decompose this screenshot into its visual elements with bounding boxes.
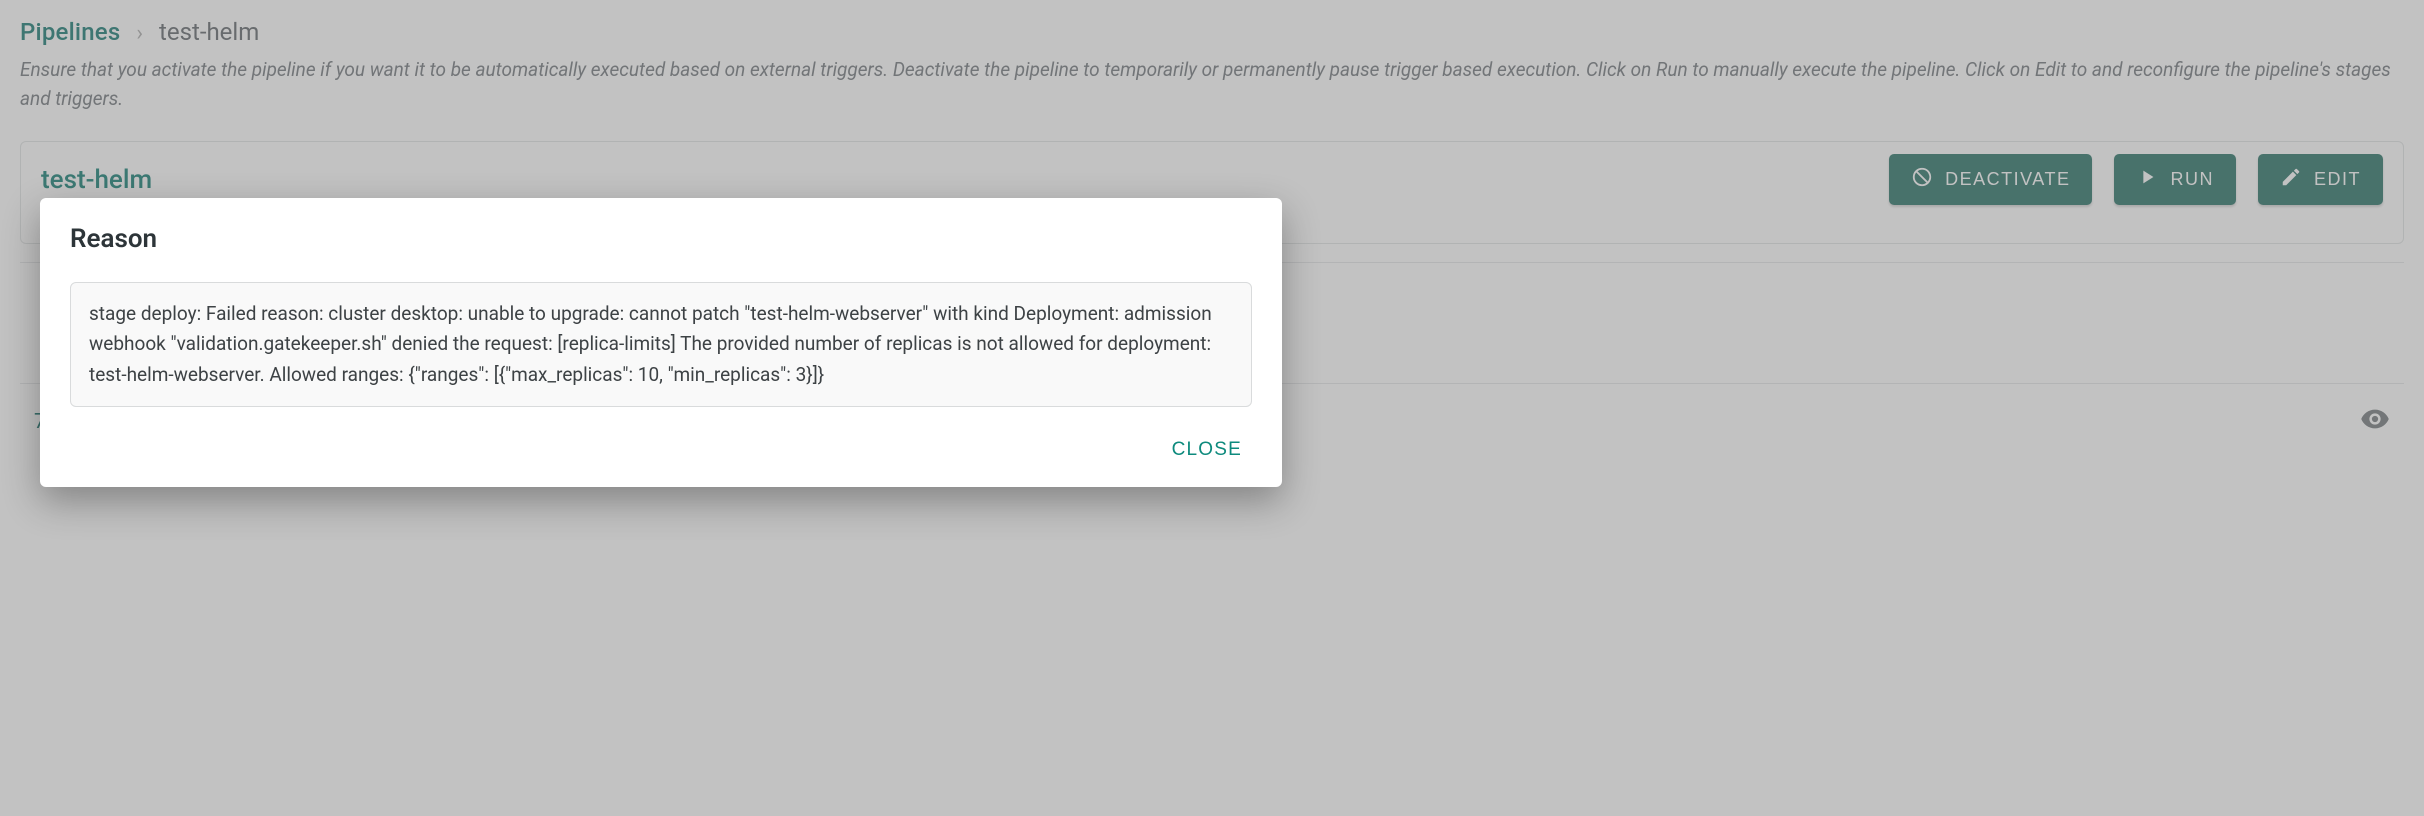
close-button[interactable]: CLOSE — [1162, 433, 1252, 467]
reason-text: stage deploy: Failed reason: cluster des… — [70, 282, 1252, 407]
reason-dialog: Reason stage deploy: Failed reason: clus… — [40, 198, 1282, 487]
modal-overlay[interactable]: Reason stage deploy: Failed reason: clus… — [0, 0, 2424, 816]
dialog-title: Reason — [70, 224, 1252, 254]
